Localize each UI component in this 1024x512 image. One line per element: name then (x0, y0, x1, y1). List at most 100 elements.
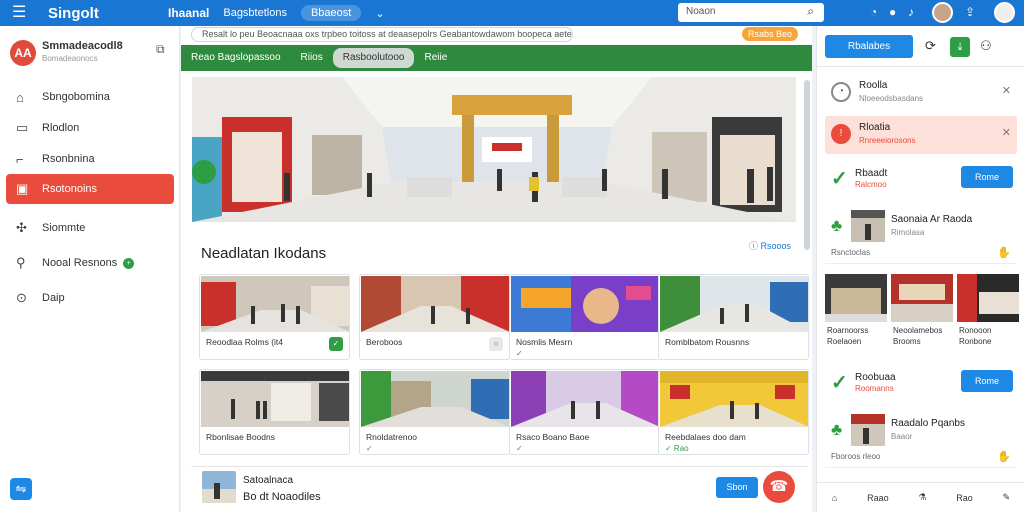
collapse-icon[interactable]: ⧉ (156, 42, 165, 57)
search-placeholder: Noaon (686, 6, 716, 17)
circle-icon[interactable]: ○ (489, 337, 503, 351)
like-icon[interactable]: ✋ (997, 246, 1011, 259)
check-icon[interactable]: ✓ (329, 337, 343, 351)
action-button[interactable]: Rome (961, 166, 1013, 188)
notification-sub: Nloeeodsbasdans (859, 94, 924, 103)
footer-label[interactable]: Raao (867, 493, 889, 503)
footer-label[interactable]: Rao (956, 493, 973, 503)
card-thumbnail (660, 371, 808, 427)
sidebar-item-monitor[interactable]: ▭ Rlodlon (6, 113, 174, 143)
bottom-subtitle: Bo dt Noaodiles (243, 491, 321, 503)
sidebar-item-help[interactable]: ⊙ Daip (6, 283, 174, 313)
gallery-caption: Ronbone (959, 337, 992, 346)
gallery-caption: Neoolamebos (893, 326, 943, 335)
users-icon[interactable]: ⚇ (980, 38, 992, 54)
notification-alert[interactable]: ! Rloatia Rnreeeiorosons ✕ (825, 116, 1017, 154)
tree-icon: ♣ (831, 420, 843, 439)
tab-1[interactable]: Reao Bagslopassoo (181, 48, 291, 68)
section-link[interactable]: ⓘ Rsooos (749, 239, 791, 252)
person-icon: ⚲ (16, 255, 26, 270)
section-title: Neadlatan Ikodans (201, 245, 327, 262)
card-7[interactable]: Rsaco Boano Baoe ✓ (509, 369, 660, 455)
notification-sub: Rnreeeiorosons (859, 136, 916, 145)
tab-4[interactable]: Reiie (414, 48, 457, 68)
close-icon[interactable]: ✕ (1002, 126, 1011, 139)
mall-interior-image (192, 77, 796, 222)
tab-3[interactable]: Rasboolutooo (332, 48, 415, 68)
card-caption: Romblbatom Rousnns (665, 337, 750, 347)
feed-title: Raadalo Pqanbs (891, 418, 965, 429)
feed-item[interactable]: ♣ Saonaia Ar Raoda Rimolasa Rsnctoclas ✋ (825, 204, 1017, 264)
sidebar-item-home[interactable]: ⌂ Sbngobomina (6, 82, 174, 112)
check-icon: ✓ (831, 372, 848, 394)
card-caption: Beroboos (366, 337, 403, 347)
card-thumbnail (201, 276, 349, 332)
feed-item[interactable]: ♣ Raadalo Pqanbs Baaor Fboroos rleoo ✋ (825, 408, 1017, 468)
tab-2[interactable]: Riios (291, 48, 333, 68)
sidebar-item-person[interactable]: ⚲ Nooal Resnons + (6, 248, 174, 278)
user-avatar[interactable] (932, 2, 953, 23)
gallery-caption: Roarnoorss (827, 326, 869, 335)
sidebar-subtitle: Bomadeaonocs (42, 54, 98, 63)
edit-icon[interactable]: ✎ (1003, 492, 1011, 503)
chart-icon: ⌐ (16, 151, 24, 167)
sidebar-item-chart[interactable]: ⌐ Rsonbnina (6, 144, 174, 174)
hint-button[interactable]: Rsabs Beo (742, 27, 798, 41)
search-icon[interactable]: ⌕ (807, 4, 814, 19)
mic-icon[interactable]: ● (889, 5, 896, 19)
refresh-icon[interactable]: ⟳ (925, 38, 936, 54)
card-caption: Nosmlis Mesrn (516, 337, 573, 347)
share-icon[interactable]: ⇪ (965, 5, 975, 19)
divider (817, 66, 1024, 67)
card-6[interactable]: Rnoldatrenoo ✓ (359, 369, 510, 455)
nav-pill[interactable]: Bbaeost (300, 5, 362, 21)
card-4[interactable]: Romblbatom Rousnns (658, 274, 809, 360)
gallery-image[interactable] (957, 274, 1019, 322)
chevron-down-icon[interactable]: ⌄ (375, 7, 384, 20)
main-content: Resalt lo peu Beoacnaaa oxs trpbeo toito… (181, 26, 812, 512)
card-5[interactable]: Rbonlisae Boodns (199, 369, 350, 455)
sidebar-item-label: Rsonbnina (42, 153, 95, 165)
top-nav: Ihaanal Bagsbtetlons Bbaeost ⌄ (168, 5, 385, 21)
card-1[interactable]: Reoodlaa Rolms (it4 ✓ (199, 274, 350, 360)
gallery-image[interactable] (825, 274, 887, 322)
bottom-button[interactable]: Sbon (716, 477, 758, 498)
clock-icon[interactable]: ◔ (870, 5, 877, 19)
tree-icon: ♣ (831, 216, 843, 235)
close-icon[interactable]: ✕ (1002, 84, 1011, 97)
sidebar-item-users[interactable]: ✣ Siommte (6, 213, 174, 243)
nav-title[interactable]: Ihaanal (168, 6, 209, 20)
card-caption: Rsaco Boano Baoe (516, 432, 590, 442)
sidebar-item-label: Sbngobomina (42, 91, 110, 103)
action-button[interactable]: Rome (961, 370, 1013, 392)
bell-icon[interactable]: ♪ (908, 5, 914, 19)
flask-icon[interactable]: ⚗ (918, 492, 926, 503)
sidebar-item-active[interactable]: ▣ Rsotonoins (6, 174, 174, 204)
like-icon[interactable]: ✋ (997, 450, 1011, 463)
notification-title: Roolla (859, 80, 888, 91)
card-2[interactable]: Beroboos ○ (359, 274, 510, 360)
nav-item[interactable]: Bagsbtetlons (223, 7, 287, 19)
card-3[interactable]: Nosmlis Mesrn ✓ (509, 274, 660, 360)
card-thumbnail (511, 276, 659, 332)
card-check: ✓ (516, 349, 523, 358)
menu-icon[interactable]: ☰ (12, 5, 32, 21)
download-icon[interactable]: ⤓ (950, 37, 970, 57)
sidebar-badge: + (123, 257, 135, 269)
check-icon: ✓ (831, 168, 848, 190)
home-icon[interactable]: ⌂ (832, 493, 837, 503)
notification[interactable]: ◔ Roolla Nloeeodsbasdans ✕ (825, 74, 1017, 112)
bottom-title: Satoalnaca (243, 475, 294, 486)
card-thumbnail (361, 276, 509, 332)
phone-icon[interactable]: ☎ (763, 471, 795, 503)
search-input[interactable]: Noaon ⌕ (678, 3, 824, 22)
hint-bar[interactable]: Resalt lo peu Beoacnaaa oxs trpbeo toito… (191, 27, 573, 42)
profile-avatar[interactable] (994, 2, 1015, 23)
tag-icon: ▣ (16, 181, 29, 196)
card-8[interactable]: Reebdalaes doo dam ✓ Rao (658, 369, 809, 455)
gallery-image[interactable] (891, 274, 953, 322)
bottom-bar: Satoalnaca Bo dt Noaodiles Sbon ☎ (191, 466, 808, 512)
scrollbar[interactable] (804, 80, 810, 250)
settings-icon[interactable]: ⇋ (10, 478, 32, 500)
primary-action-button[interactable]: Rbalabes (825, 35, 913, 58)
